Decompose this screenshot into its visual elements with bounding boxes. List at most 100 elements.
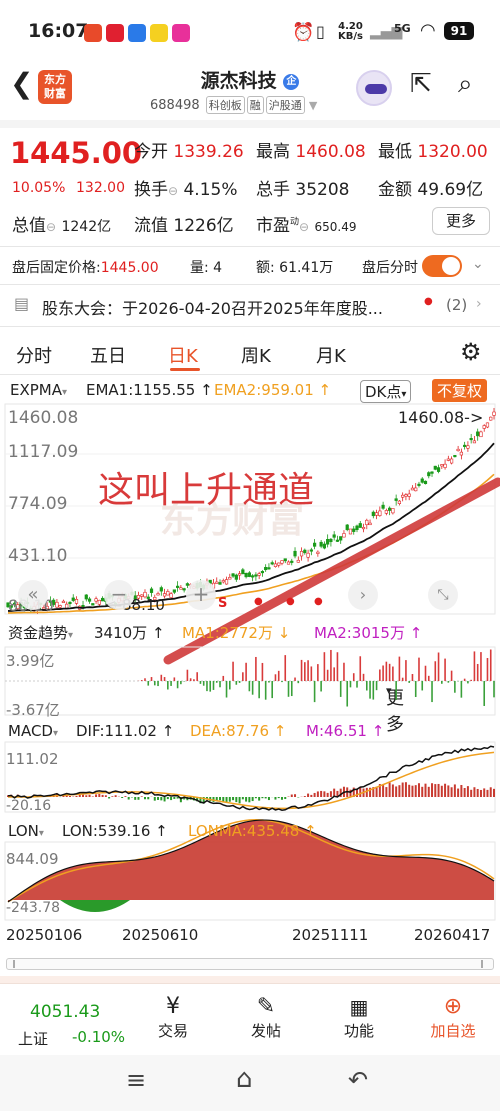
- flow-bar: [414, 681, 417, 698]
- macd-bar: [232, 797, 235, 801]
- tab-monthly-k[interactable]: 月K: [316, 342, 346, 368]
- macd-indicator-selector[interactable]: MACD▾: [8, 722, 58, 740]
- tab-daily-k[interactable]: 日K: [168, 342, 198, 368]
- flow-bar: [431, 681, 433, 703]
- active-tab-underline: [170, 368, 200, 371]
- flow-bar: [343, 662, 345, 681]
- candle-body: [254, 574, 258, 577]
- current-price: 1445.00: [10, 136, 143, 170]
- ai-assistant-avatar[interactable]: [356, 70, 392, 106]
- macd-bar: [222, 797, 225, 802]
- trade-icon: ¥: [166, 994, 180, 1019]
- home-icon[interactable]: ⌂: [236, 1064, 253, 1094]
- index-value[interactable]: 4051.43: [30, 1002, 100, 1022]
- macd-bar: [444, 783, 447, 797]
- fullscreen-icon[interactable]: ⤡: [428, 580, 458, 610]
- candle-body: [260, 571, 265, 574]
- index-name[interactable]: 上证: [18, 1028, 48, 1049]
- candle-body: [306, 552, 310, 558]
- announcement-text[interactable]: 股东大会：于2026-04-20召开2025年年度股...: [42, 295, 383, 319]
- scroll-left-button[interactable]: «: [18, 580, 48, 610]
- candle-body: [417, 483, 421, 486]
- macd-bar: [401, 782, 404, 797]
- macd-bar: [447, 785, 450, 797]
- flow-bar: [290, 681, 293, 697]
- macd-bar: [248, 797, 251, 803]
- macd-dea: DEA:87.76 ↑: [190, 722, 287, 740]
- flow-bar: [271, 681, 274, 699]
- tab-weekly-k[interactable]: 周K: [241, 342, 271, 368]
- candle-body: [179, 587, 183, 590]
- flow-bar: [382, 665, 384, 681]
- candle-body: [283, 558, 287, 562]
- search-icon[interactable]: ⌕: [458, 70, 473, 98]
- chevron-right-icon[interactable]: ›: [476, 296, 482, 312]
- tab-intraday[interactable]: 分时: [16, 342, 52, 368]
- flow-bar: [336, 652, 339, 681]
- scroll-right-button[interactable]: ›: [348, 580, 378, 610]
- stock-code-row: 688498 科创板融沪股通 ▼: [150, 96, 317, 114]
- macd-bar: [114, 795, 117, 797]
- zoom-out-button[interactable]: −: [104, 580, 134, 610]
- candle-body: [172, 589, 176, 593]
- kline-chart-area[interactable]: 东方财富 这叫上升通道: [0, 402, 500, 922]
- flow-bar: [248, 681, 251, 692]
- flow-bar: [476, 663, 479, 681]
- macd-bar: [313, 792, 316, 797]
- candle-body: [303, 549, 307, 554]
- flow-bar: [157, 681, 159, 687]
- candle-body: [420, 478, 424, 483]
- clock: 16:07: [28, 20, 89, 42]
- macd-bar: [457, 788, 460, 797]
- y-label-2: 1117.09: [8, 442, 79, 462]
- open-price: 今开 1339.26: [134, 142, 244, 162]
- grid-icon: ▦: [349, 995, 369, 1019]
- lon-indicator-selector[interactable]: LON▾: [8, 822, 44, 840]
- change-pct: 10.05%: [12, 180, 66, 196]
- flow-indicator-selector[interactable]: 资金趋势▾: [8, 622, 73, 643]
- more-button[interactable]: 更多: [432, 207, 490, 235]
- macd-bar: [323, 791, 326, 797]
- flow-bar: [447, 681, 450, 683]
- index-change[interactable]: -0.10%: [72, 1028, 125, 1046]
- menu-icon[interactable]: ≡: [126, 1066, 146, 1094]
- candle-body: [485, 422, 490, 428]
- candle-body: [466, 445, 470, 449]
- candle-body: [286, 561, 291, 565]
- macd-bar: [421, 786, 424, 797]
- chart-range-scrollbar[interactable]: [6, 958, 494, 970]
- adjust-button[interactable]: 不复权: [432, 379, 488, 402]
- macd-bar: [408, 784, 411, 797]
- tab-five-day[interactable]: 五日: [90, 342, 126, 368]
- flow-bar: [489, 649, 492, 681]
- back-nav-icon[interactable]: ↶: [348, 1066, 368, 1094]
- candle-body: [410, 487, 415, 491]
- flow-bar: [186, 669, 189, 681]
- nav-add-watchlist[interactable]: ⊕ 加自选: [418, 994, 488, 1041]
- indicator-selector[interactable]: EXPMA▾: [10, 381, 67, 399]
- chevron-down-icon[interactable]: ⌄: [472, 256, 484, 272]
- dk-point-button[interactable]: DK点▾: [360, 380, 412, 403]
- candle-body: [492, 411, 496, 416]
- settings-icon[interactable]: ⚙: [460, 338, 482, 366]
- flow-bar: [264, 681, 267, 700]
- flow-bar: [454, 681, 456, 693]
- flow-bar: [369, 681, 371, 699]
- candle-body: [352, 528, 356, 532]
- candle-body: [270, 562, 274, 565]
- nav-trade[interactable]: ¥ 交易: [138, 994, 208, 1041]
- macd-bar: [134, 797, 137, 800]
- flow-bar: [418, 657, 420, 681]
- share-icon[interactable]: ⇱: [410, 70, 432, 98]
- candle-body: [449, 458, 454, 464]
- after-hours-toggle[interactable]: [422, 255, 462, 277]
- zoom-in-button[interactable]: +: [186, 580, 216, 610]
- macd-bar: [251, 797, 254, 802]
- nav-post[interactable]: ✎ 发帖: [231, 994, 301, 1041]
- candle-body: [169, 593, 173, 598]
- macd-bar: [307, 793, 310, 797]
- flow-bar: [189, 678, 192, 681]
- nav-functions[interactable]: ▦ 功能: [324, 994, 394, 1041]
- edit-icon: ✎: [256, 994, 276, 1019]
- candle-body: [453, 455, 457, 458]
